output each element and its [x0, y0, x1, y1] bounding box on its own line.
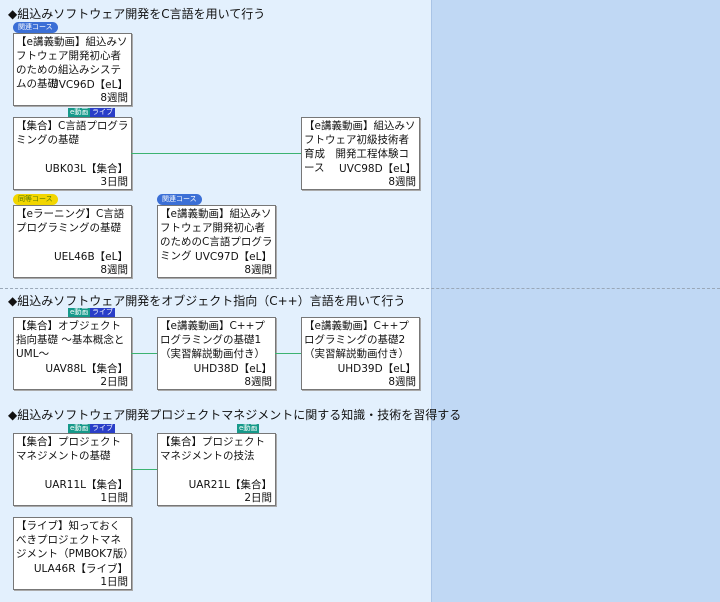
section-title: ◆組込みソフトウェア開発プロジェクトマネジメントに関する知識・技術を習得する [8, 408, 462, 422]
course-title[interactable]: 【集合】C言語プログラミングの基礎 [16, 119, 129, 147]
course-title[interactable]: 【集合】プロジェクトマネジメントの基礎 [16, 435, 129, 463]
course-card[interactable]: 【e講義動画】組込みソフトウェア開発初心者のための組込みシステムの基礎 UVC96… [13, 33, 132, 106]
course-duration: 8週間 [100, 92, 128, 104]
course-title[interactable]: 【e講義動画】C++プログラミングの基礎2（実習解説動画付き） [304, 319, 417, 361]
course-code: UVC97D【eL】 [195, 251, 272, 263]
e-video-tag: e動画 [237, 424, 260, 433]
course-title[interactable]: 【e講義動画】C++プログラミングの基礎1（実習解説動画付き） [160, 319, 273, 361]
live-tag: ライブ [90, 424, 115, 433]
course-card[interactable]: 【集合】C言語プログラミングの基礎 UBK03L【集合】 3日間 [13, 117, 132, 190]
course-card[interactable]: 【ライブ】知っておくべきプロジェクトマネジメント（PMBOK7版） ULA46R【… [13, 517, 134, 590]
live-tag: ライブ [90, 108, 115, 117]
course-code: UHD39D【eL】 [337, 363, 416, 375]
section-title: ◆組込みソフトウェア開発をオブジェクト指向（C++）言語を用いて行う [8, 294, 406, 308]
course-card[interactable]: 【e講義動画】C++プログラミングの基礎2（実習解説動画付き） UHD39D【eL… [301, 317, 420, 390]
course-code: UVC96D【eL】 [51, 79, 128, 91]
course-duration: 1日間 [100, 492, 128, 504]
connector-line [131, 469, 157, 470]
course-card[interactable]: 【eラーニング】C言語プログラミングの基礎 UEL46B【eL】 8週間 [13, 205, 132, 278]
course-card[interactable]: 【e講義動画】C++プログラミングの基礎1（実習解説動画付き） UHD38D【eL… [157, 317, 276, 390]
course-duration: 8週間 [244, 376, 272, 388]
course-code: UAR21L【集合】 [188, 479, 272, 491]
course-duration: 8週間 [388, 376, 416, 388]
connector-line [131, 353, 157, 354]
course-card[interactable]: 【集合】プロジェクトマネジメントの技法 UAR21L【集合】 2日間 [157, 433, 276, 506]
related-course-badge: 関連コース [157, 194, 202, 205]
course-title[interactable]: 【ライブ】知っておくべきプロジェクトマネジメント（PMBOK7版） [16, 519, 134, 561]
section-divider [0, 288, 720, 289]
course-card[interactable]: 【e講義動画】組込みソフトウェア開発初心者のためのC言語プログラミング UVC97… [157, 205, 276, 278]
course-duration: 8週間 [244, 264, 272, 276]
course-duration: 3日間 [100, 176, 128, 188]
course-code: UAV88L【集合】 [45, 363, 128, 375]
course-title[interactable]: 【eラーニング】C言語プログラミングの基礎 [16, 207, 129, 235]
course-card[interactable]: 【集合】オブジェクト指向基礎 ～基本概念とUML～ UAV88L【集合】 2日間 [13, 317, 132, 390]
course-duration: 2日間 [100, 376, 128, 388]
related-course-badge: 関連コース [13, 22, 58, 33]
equivalent-course-badge: 同等コース [13, 194, 58, 205]
course-duration: 8週間 [388, 176, 416, 188]
course-code: UEL46B【eL】 [53, 251, 128, 263]
course-code: UAR11L【集合】 [44, 479, 128, 491]
course-code: ULA46R【ライブ】 [33, 563, 128, 575]
course-card[interactable]: 【集合】プロジェクトマネジメントの基礎 UAR11L【集合】 1日間 [13, 433, 132, 506]
course-code: UBK03L【集合】 [45, 163, 128, 175]
e-video-tag: e動画 [68, 424, 91, 433]
course-card[interactable]: 【e講義動画】組込みソフトウェア初級技術者育成 開発工程体験コース UVC98D【… [301, 117, 420, 190]
course-duration: 8週間 [100, 264, 128, 276]
course-title[interactable]: 【集合】プロジェクトマネジメントの技法 [160, 435, 273, 463]
connector-line [131, 153, 301, 154]
live-tag: ライブ [90, 308, 115, 317]
e-video-tag: e動画 [68, 308, 91, 317]
course-duration: 2日間 [244, 492, 272, 504]
course-title[interactable]: 【集合】オブジェクト指向基礎 ～基本概念とUML～ [16, 319, 129, 361]
course-code: UVC98D【eL】 [339, 163, 416, 175]
course-code: UHD38D【eL】 [193, 363, 272, 375]
course-duration: 1日間 [100, 576, 128, 588]
connector-line [275, 353, 301, 354]
section-title: ◆組込みソフトウェア開発をC言語を用いて行う [8, 7, 266, 21]
e-video-tag: e動画 [68, 108, 91, 117]
